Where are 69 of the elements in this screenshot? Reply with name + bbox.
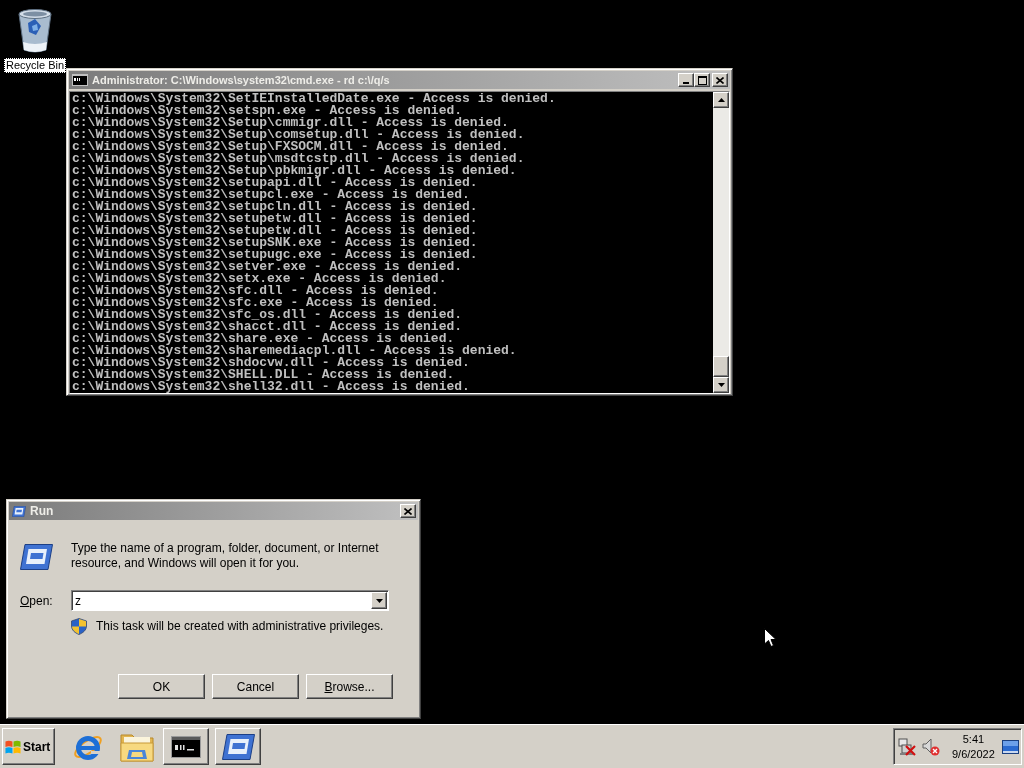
- console-line: c:\Windows\System32\SHELL.DLL - Access is denied.: [72, 369, 455, 381]
- scroll-down-button[interactable]: [713, 377, 729, 393]
- scroll-up-button[interactable]: [713, 92, 729, 108]
- dialog-description: Type the name of a program, folder, document, or Internet resource, and Windows will open it for you.: [71, 541, 380, 571]
- console-line: c:\Windows\System32\share.exe - Access is denied.: [72, 333, 455, 345]
- console-line: c:\Windows\System32\setupcln.dll - Access is denied.: [72, 201, 478, 213]
- close-button[interactable]: [400, 504, 416, 518]
- close-icon: [716, 76, 724, 84]
- recycle-bin-icon[interactable]: [16, 6, 54, 54]
- minimize-icon: [683, 82, 689, 84]
- start-button[interactable]: Start: [2, 728, 55, 765]
- console-line: c:\Windows\System32\Setup\msdtcstp.dll - Access is denied.: [72, 153, 525, 165]
- app-window-icon: [12, 505, 26, 517]
- console-line: c:\Windows\System32\SetIEInstalledDate.exe - Access is denied.: [72, 93, 556, 105]
- console-line: c:\Windows\System32\shell32.dll - Access is denied.: [72, 381, 470, 393]
- console-line: c:\Windows\System32\setx.exe - Access is denied.: [72, 273, 447, 285]
- app-window-icon: [20, 544, 53, 570]
- console-line: c:\Windows\System32\setver.exe - Access is denied.: [72, 261, 463, 273]
- console-line: c:\Windows\System32\shdocvw.dll - Access is denied.: [72, 357, 470, 369]
- speaker-muted-icon[interactable]: [922, 737, 940, 756]
- windows-flag-icon: [5, 739, 21, 754]
- clock-time[interactable]: 5:41: [962, 731, 985, 747]
- close-icon: [404, 507, 412, 515]
- dialog-button[interactable]: Browse...: [306, 674, 393, 699]
- close-button[interactable]: [712, 73, 728, 87]
- console-line: c:\Windows\System32\setupapi.dll - Access is denied.: [72, 177, 478, 189]
- console-line: c:\Windows\System32\setupugc.exe - Access is denied.: [72, 249, 478, 261]
- minimize-button[interactable]: [678, 73, 694, 87]
- dialog-button[interactable]: OK: [118, 674, 205, 699]
- window-title: Run: [30, 504, 54, 518]
- console-line: c:\Windows\System32\Setup\comsetup.dll - Access is denied.: [72, 129, 525, 141]
- scrollbar-thumb[interactable]: [713, 356, 729, 377]
- open-combobox[interactable]: z: [71, 590, 389, 611]
- folder-icon[interactable]: [120, 731, 154, 762]
- console-line: c:\Windows\System32\setupcl.exe - Access is denied.: [72, 189, 470, 201]
- taskbar-button[interactable]: [215, 728, 261, 765]
- clock-date[interactable]: 9/6/2022: [952, 746, 995, 762]
- dropdown-button[interactable]: [371, 592, 387, 609]
- console-line: c:\Windows\System32\sfc.exe - Access is denied.: [72, 297, 439, 309]
- console-icon: [72, 74, 88, 86]
- console-line: c:\Windows\System32\sfc_os.dll - Access is denied.: [72, 309, 463, 321]
- mouse-cursor-icon: [764, 628, 777, 647]
- field-label: Open:: [20, 592, 53, 610]
- window-title: Administrator: C:\Windows\system32\cmd.exe - rd c:\/q/s: [92, 73, 390, 87]
- down-arrow-icon: [375, 598, 383, 603]
- maximize-button[interactable]: [694, 73, 710, 87]
- up-arrow-icon: [717, 98, 725, 102]
- console-line: c:\Windows\System32\Setup\pbkmigr.dll - Access is denied.: [72, 165, 517, 177]
- down-arrow-icon: [717, 383, 725, 387]
- app-window-icon: [221, 733, 255, 760]
- console-line: c:\Windows\System32\Setup\FXSOCM.dll - Access is denied.: [72, 141, 509, 153]
- network-disconnected-icon[interactable]: [898, 737, 916, 756]
- console-line: c:\Windows\System32\sharemediacpl.dll - Access is denied.: [72, 345, 517, 357]
- console-line: c:\Windows\System32\setupSNK.exe - Access is denied.: [72, 237, 478, 249]
- notice-text: This task will be created with administrative privileges.: [96, 618, 384, 635]
- icon-label[interactable]: Recycle Bin: [3, 58, 67, 73]
- console-line: c:\Windows\System32\Setup\cmmigr.dll - Access is denied.: [72, 117, 509, 129]
- desktop-icon[interactable]: [1002, 739, 1019, 754]
- shield-icon: [71, 617, 87, 635]
- dialog-button[interactable]: Cancel: [212, 674, 299, 699]
- scrollbar[interactable]: [713, 92, 729, 393]
- console-icon: [171, 735, 201, 758]
- maximize-icon: [697, 75, 707, 85]
- console-line: c:\Windows\System32\shacct.dll - Access is denied.: [72, 321, 463, 333]
- console-line: c:\Windows\System32\sfc.dll - Access is denied.: [72, 285, 439, 297]
- console-line: c:\Windows\System32\setspn.exe - Access is denied.: [72, 105, 463, 117]
- console-line: c:\Windows\System32\setupetw.dll - Access is denied.: [72, 213, 478, 225]
- taskbar-button[interactable]: [163, 728, 209, 765]
- console-line: c:\Windows\System32\setupetw.dll - Access is denied.: [72, 225, 478, 237]
